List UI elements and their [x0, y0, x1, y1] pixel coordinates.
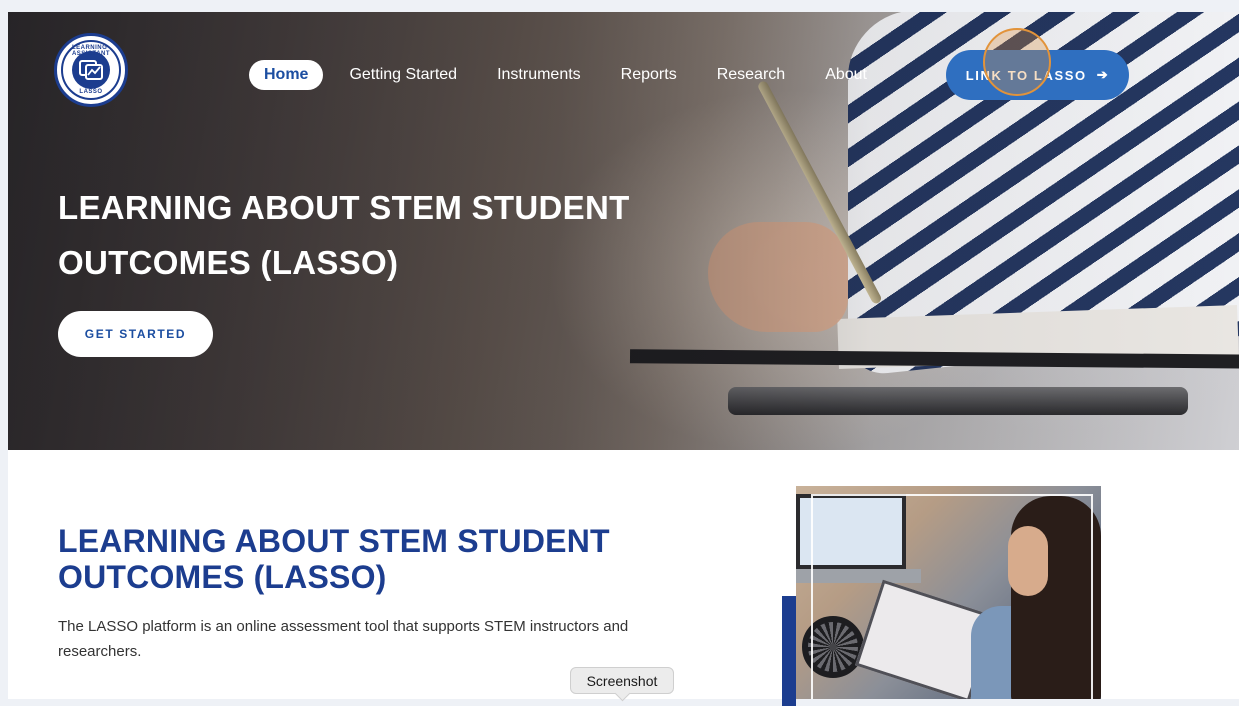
lasso-logo-icon [79, 60, 103, 80]
link-to-lasso-button[interactable]: LINK TO LASSO ➔ [946, 50, 1129, 100]
hero-title: LEARNING ABOUT STEM STUDENT OUTCOMES (LA… [58, 189, 630, 281]
intro-title: LEARNING ABOUT STEM STUDENT OUTCOMES (LA… [58, 523, 610, 595]
nav-item-instruments[interactable]: Instruments [477, 60, 601, 90]
main-navigation: Home Getting Started Instruments Reports… [249, 59, 887, 91]
intro-section: LEARNING ABOUT STEM STUDENT OUTCOMES (LA… [8, 450, 1239, 706]
get-started-button[interactable]: GET STARTED [58, 311, 213, 357]
nav-item-research[interactable]: Research [697, 60, 805, 90]
site-logo[interactable]: LEARNING ASSISTANT LASSO [54, 33, 128, 107]
photo-accent-bar [782, 596, 796, 706]
logo-arc-top-text: LEARNING ASSISTANT [71, 45, 111, 57]
photo-frame [811, 494, 1093, 699]
link-to-lasso-label: LINK TO LASSO [965, 67, 1087, 83]
intro-description: The LASSO platform is an online assessme… [58, 618, 629, 660]
arrow-right-icon: ➔ [1096, 67, 1110, 82]
logo-ring: LEARNING ASSISTANT LASSO [61, 40, 121, 100]
intro-photo-container [782, 486, 1102, 706]
nav-item-home[interactable]: Home [249, 60, 324, 90]
student-photo [796, 486, 1101, 699]
nav-item-about[interactable]: About [805, 60, 887, 90]
logo-arc-bottom-text: LASSO [79, 89, 103, 95]
nav-item-reports[interactable]: Reports [601, 60, 697, 90]
hero-banner: LEARNING ASSISTANT LASSO Home Getting St… [8, 12, 1239, 450]
screenshot-tooltip: Screenshot [570, 667, 674, 694]
nav-item-getting-started[interactable]: Getting Started [329, 60, 477, 90]
